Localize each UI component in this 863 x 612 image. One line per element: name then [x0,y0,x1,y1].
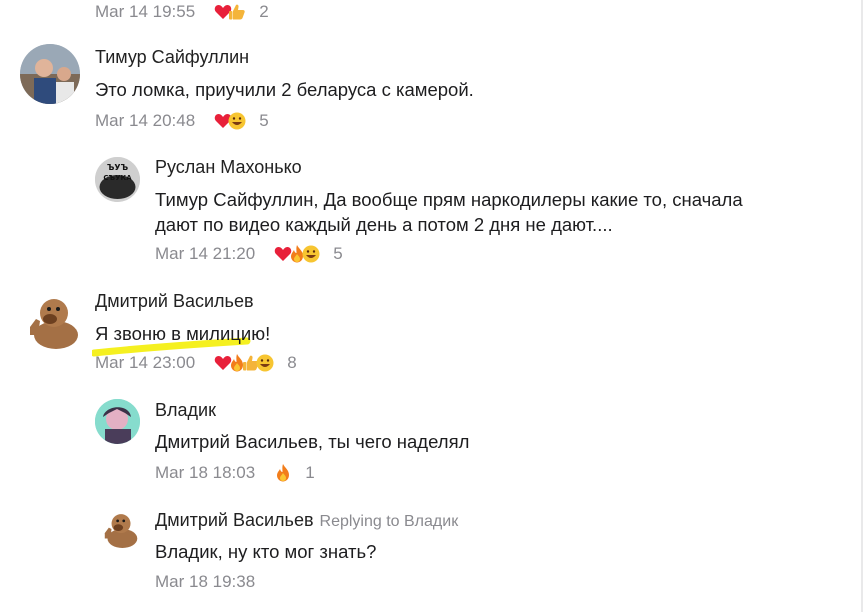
reaction-count: 5 [333,244,343,263]
comment-time: Mar 14 20:48 [95,111,196,130]
reaction-count: 8 [287,353,297,372]
reactions-button[interactable] [213,111,246,131]
avatar-alf-icon [104,514,138,548]
avatar-caption-bottom: СЪУКА [103,174,132,182]
avatar-anime-icon [95,399,140,444]
comment-text-line-1: Тимур Сайфуллин, Да вообще прям наркодил… [155,189,743,210]
reaction-count: 2 [259,2,269,21]
comment-author[interactable]: Тимур Сайфуллин [95,47,249,68]
comment-meta: Mar 14 21:20 5 [155,244,343,264]
reactions-button[interactable] [213,353,274,373]
thumbs-up-reaction-icon [227,2,247,22]
laugh-reaction-icon [301,244,321,264]
comment-time: Mar 18 18:03 [155,463,256,482]
fire-reaction-icon [273,463,293,483]
comment-text: Владик, ну кто мог знать? [155,541,377,562]
laugh-reaction-icon [255,353,275,373]
reactions-button[interactable] [213,2,245,22]
avatar-caption-top: ЪУЪ [107,163,129,172]
comment-time: Mar 18 19:38 [155,572,256,591]
replying-to-label[interactable]: Replying to Владик [320,513,459,530]
reaction-count: 1 [305,463,315,482]
laugh-reaction-icon [227,111,247,131]
comment-meta: Mar 14 23:00 8 [95,353,297,373]
comment-author[interactable]: Дмитрий Васильев [155,510,314,530]
comment-meta: Mar 18 18:03 1 [155,463,315,483]
comment-text-line-2: дают по видео каждый день а потом 2 дня … [155,214,613,235]
comment-time: Mar 14 21:20 [155,244,256,263]
user-avatar[interactable]: ЪУЪ СЪУКА [95,157,140,202]
user-avatar[interactable] [20,44,80,104]
comment-meta: Mar 18 19:38 [155,572,273,592]
comment-author[interactable]: Дмитрий Васильев [95,291,254,312]
avatar-alf-icon [30,299,78,349]
comment-author[interactable]: Руслан Махонько [155,157,302,178]
comment-author[interactable]: Владик [155,400,216,421]
comment-time: Mar 14 19:55 [95,2,196,21]
comment-time: Mar 14 23:00 [95,353,196,372]
reactions-button[interactable] [273,463,290,483]
reactions-button[interactable] [273,244,320,264]
comment-text: Это ломка, приучили 2 беларуса с камерой… [95,79,474,100]
user-avatar[interactable] [95,399,140,444]
comment-meta: Mar 14 20:48 5 [95,111,269,131]
comment-author-line: Дмитрий Васильев Replying to Владик [155,510,458,531]
avatar-sticker-icon: ЪУЪ СЪУКА [95,157,140,202]
comment-text: Я звоню в милицию! [95,323,271,344]
reaction-count: 5 [259,111,269,130]
comment-meta: Mar 14 19:55 2 [95,2,269,22]
user-avatar[interactable] [98,508,140,550]
avatar-photo-icon [20,44,80,104]
comment-text: Дмитрий Васильев, ты чего наделял [155,431,470,452]
user-avatar[interactable] [20,291,82,351]
